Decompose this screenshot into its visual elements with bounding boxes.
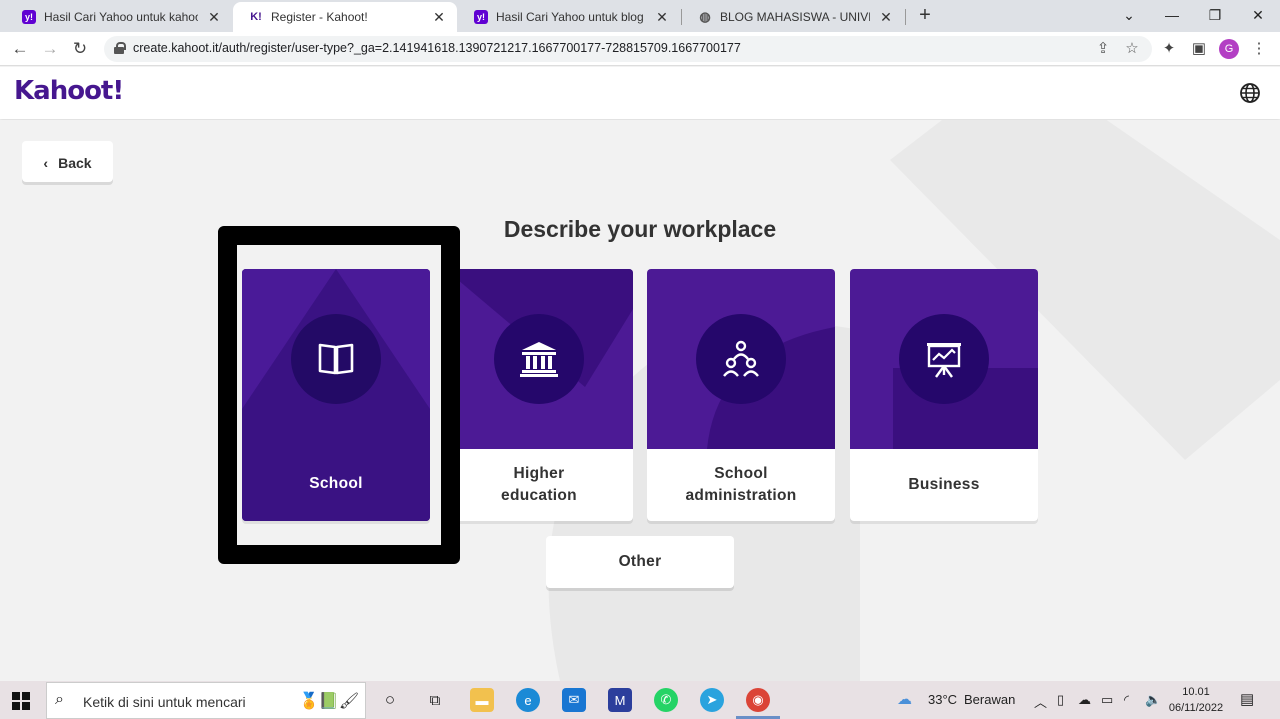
tab-separator [905,9,906,25]
globe-favicon-icon: ◍ [699,9,711,24]
reload-icon[interactable]: ↻ [68,37,92,61]
kahoot-header: Kahoot! [0,67,1280,119]
close-tab-icon[interactable]: ✕ [878,9,894,26]
new-tab-button[interactable]: + [914,4,936,28]
tab-search-chevron-icon[interactable]: ⌄ [1107,0,1151,30]
option-label: Higher education [501,465,577,504]
tab-title: Register - Kahoot! [271,10,368,24]
tab-title: Hasil Cari Yahoo untuk kahoot [44,10,198,24]
minimize-window-button[interactable]: — [1150,0,1194,30]
card-art [647,269,835,449]
browser-tab-yahoo-blog[interactable]: y! Hasil Cari Yahoo untuk blog mah ✕ [458,2,680,32]
volume-speaker-icon[interactable]: 🔈 [1145,692,1161,708]
system-clock[interactable]: 10.01 06/11/2022 [1166,684,1226,716]
file-explorer-icon[interactable]: ▬ [470,688,494,712]
workplace-option-other[interactable]: Other [546,536,734,588]
kahoot-favicon-icon: K! [249,10,263,24]
notification-center-icon[interactable]: ▤ [1240,690,1254,708]
chrome-icon[interactable]: ◉ [736,688,780,719]
restore-window-button[interactable]: ❐ [1193,0,1237,30]
profile-avatar[interactable]: G [1219,39,1239,59]
lock-icon[interactable] [114,42,126,54]
presentation-board-icon [927,343,961,378]
search-placeholder: Ketik di sini untuk mencari [83,694,246,710]
browser-menu-icon[interactable]: ⋮ [1249,39,1269,59]
background-decoration [548,120,1280,681]
browser-tab-yahoo-kahoot[interactable]: y! Hasil Cari Yahoo untuk kahoot ✕ [6,2,232,32]
browser-toolbar: ← → ↻ create.kahoot.it/auth/register/use… [0,32,1280,66]
weather-description[interactable]: Berawan [964,692,1015,707]
task-view-icon[interactable]: ⧉ [423,688,447,712]
show-hidden-icons-chevron-icon[interactable]: ︿ [1034,692,1047,711]
kahoot-logo[interactable]: Kahoot! [14,76,124,106]
tab-title: Hasil Cari Yahoo untuk blog mah [496,10,646,24]
workplace-option-business[interactable]: Business [850,269,1038,521]
close-tab-icon[interactable]: ✕ [431,9,447,26]
address-bar[interactable]: create.kahoot.it/auth/register/user-type… [104,36,1152,62]
share-icon[interactable]: ⇪ [1094,40,1112,58]
windows-start-icon[interactable] [12,692,30,710]
windows-taskbar: ⌕ Ketik di sini untuk mencari 🏅📗🖌 ○ ⧉ ▬ … [0,681,1280,719]
back-label: Back [58,155,92,171]
card-art [445,269,633,449]
app-m-icon[interactable]: M [608,688,632,712]
register-page: ‹ Back Describe your workplace School Hi… [0,120,1280,681]
back-arrow-icon[interactable]: ← [8,37,32,61]
yahoo-favicon-icon: y! [474,10,488,24]
url-text[interactable]: create.kahoot.it/auth/register/user-type… [133,41,741,55]
page-title: Describe your workplace [503,216,777,242]
option-label: School administration [685,465,797,504]
institution-icon [520,342,558,377]
icon-circle [696,314,786,404]
onedrive-cloud-icon[interactable]: ☁ [1078,692,1091,708]
browser-tab-register-kahoot[interactable]: K! Register - Kahoot! ✕ [233,2,457,32]
close-window-button[interactable]: ✕ [1236,0,1280,30]
edge-browser-icon[interactable]: e [516,688,540,712]
extensions-puzzle-icon[interactable]: ✦ [1159,39,1179,59]
telegram-icon[interactable]: ➤ [700,688,724,712]
option-label: Business [908,476,980,493]
search-icon: ⌕ [55,691,64,708]
card-art [850,269,1038,449]
close-tab-icon[interactable]: ✕ [206,9,222,26]
language-globe-icon[interactable] [1239,82,1261,104]
search-highlight-illustration-icon: 🏅📗🖌 [299,693,360,710]
mail-icon[interactable]: ✉ [562,688,586,712]
forward-arrow-icon[interactable]: → [38,37,62,61]
weather-temperature[interactable]: 33°C [928,692,957,707]
browser-tab-blog-mahasiswa[interactable]: ◍ BLOG MAHASISWA - UNIVERSITA ✕ [682,2,904,32]
close-tab-icon[interactable]: ✕ [654,9,670,26]
bookmark-star-icon[interactable]: ☆ [1123,40,1141,58]
side-panel-icon[interactable]: ▣ [1189,39,1209,59]
meet-now-icon[interactable]: ▯ [1057,692,1064,708]
workplace-option-higher-education[interactable]: Higher education [445,269,633,521]
battery-icon[interactable]: ▭ [1101,692,1113,708]
workplace-option-school-administration[interactable]: School administration [647,269,835,521]
whatsapp-icon[interactable]: ✆ [654,688,678,712]
browser-tab-strip: y! Hasil Cari Yahoo untuk kahoot ✕ K! Re… [0,0,1280,32]
weather-cloud-icon[interactable]: ☁ [897,690,912,708]
wifi-icon[interactable]: ◜ [1124,692,1129,708]
taskbar-search-box[interactable]: ⌕ Ketik di sini untuk mencari 🏅📗🖌 [46,682,366,719]
clock-time: 10.01 [1182,686,1210,698]
yahoo-favicon-icon: y! [22,10,36,24]
selection-highlight-frame [218,226,460,564]
clock-date: 06/11/2022 [1168,702,1224,714]
icon-circle [494,314,584,404]
back-button[interactable]: ‹ Back [22,141,113,185]
people-group-icon [723,340,759,377]
chevron-left-icon: ‹ [43,155,49,171]
icon-circle [899,314,989,404]
tab-title: BLOG MAHASISWA - UNIVERSITA [720,10,870,24]
cortana-circle-icon[interactable]: ○ [378,688,402,712]
